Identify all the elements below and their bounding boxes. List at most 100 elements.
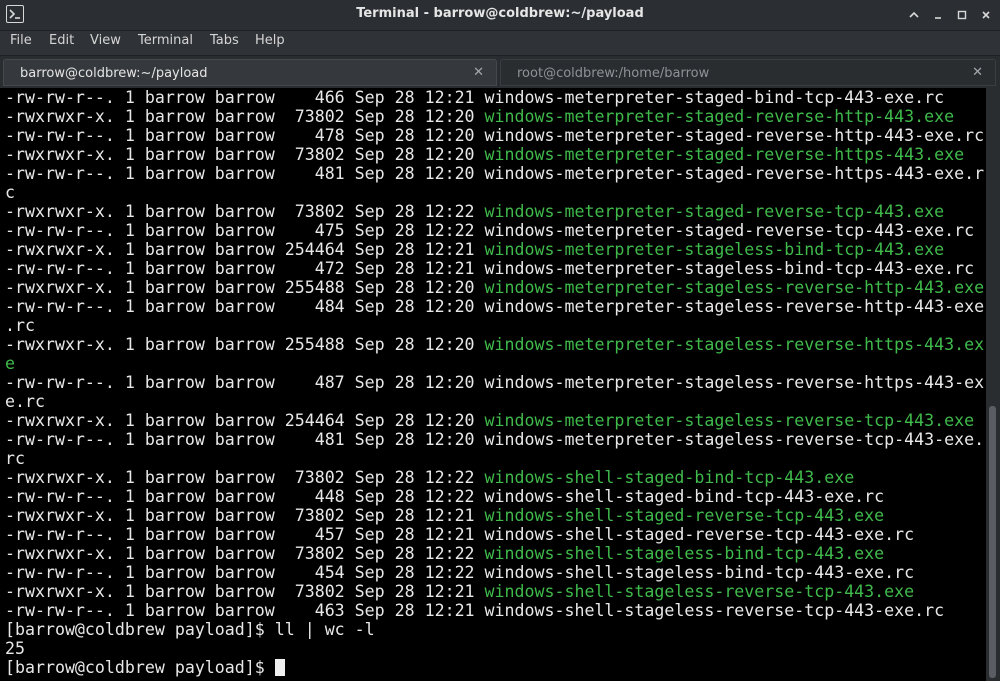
tab-label: root@coldbrew:/home/barrow [517,66,710,81]
line-prefix: -rwxrwxr-x. 1 barrow barrow 254464 Sep 2… [5,240,485,259]
scrollbar-thumb[interactable] [989,406,996,678]
executable-filename: windows-meterpreter-staged-reverse-tcp-4… [484,202,945,221]
executable-filename: windows-meterpreter-staged-reverse-https… [484,145,965,164]
filename: windows-meterpreter-staged-reverse-tcp-4… [484,221,975,240]
filename: windows-shell-staged-bind-tcp-443-exe.rc [484,487,885,506]
line-prefix: -rw-rw-r--. 1 barrow barrow 472 Sep 28 1… [5,259,485,278]
terminal-line: -rwxrwxr-x. 1 barrow barrow 73802 Sep 28… [5,544,984,563]
filename: windows-meterpreter-stageless-reverse-tc… [484,430,985,449]
executable-filename: windows-shell-stageless-reverse-tcp-443.… [484,582,915,601]
terminal-line: -rwxrwxr-x. 1 barrow barrow 255488 Sep 2… [5,335,984,354]
line-prefix: [barrow@coldbrew payload]$ ll | wc -l [5,620,375,639]
line-prefix: -rw-rw-r--. 1 barrow barrow 457 Sep 28 1… [5,525,485,544]
terminal-window: Terminal - barrow@coldbrew:~/payload Fil… [0,0,1000,681]
terminal-line: e.rc [5,392,984,411]
terminal-line: -rwxrwxr-x. 1 barrow barrow 73802 Sep 28… [5,506,984,525]
filename: windows-shell-staged-reverse-tcp-443-exe… [484,525,915,544]
menu-terminal[interactable]: Terminal [138,33,193,48]
line-prefix: -rw-rw-r--. 1 barrow barrow 487 Sep 28 1… [5,373,485,392]
window-title: Terminal - barrow@coldbrew:~/payload [356,6,644,21]
executable-filename: windows-meterpreter-staged-reverse-http-… [484,107,955,126]
terminal-line: -rw-rw-r--. 1 barrow barrow 484 Sep 28 1… [5,297,984,316]
terminal-line: -rw-rw-r--. 1 barrow barrow 448 Sep 28 1… [5,487,984,506]
line-prefix: -rw-rw-r--. 1 barrow barrow 466 Sep 28 1… [5,88,485,107]
shade-icon[interactable] [905,6,922,23]
filename: e.rc [5,392,45,411]
title-bar[interactable]: Terminal - barrow@coldbrew:~/payload [0,0,1000,31]
line-prefix: -rw-rw-r--. 1 barrow barrow 481 Sep 28 1… [5,164,485,183]
tab-close-icon[interactable]: ✕ [972,65,983,80]
line-prefix: -rw-rw-r--. 1 barrow barrow 475 Sep 28 1… [5,221,485,240]
terminal-line: -rwxrwxr-x. 1 barrow barrow 255488 Sep 2… [5,278,984,297]
filename: windows-shell-stageless-reverse-tcp-443-… [484,601,945,620]
window-controls [905,6,994,23]
terminal-line: -rw-rw-r--. 1 barrow barrow 487 Sep 28 1… [5,373,984,392]
terminal-line: -rw-rw-r--. 1 barrow barrow 466 Sep 28 1… [5,88,984,107]
executable-filename: windows-meterpreter-stageless-reverse-ht… [484,278,985,297]
terminal-line: [barrow@coldbrew payload]$ ll | wc -l [5,620,984,639]
line-prefix: -rw-rw-r--. 1 barrow barrow 484 Sep 28 1… [5,297,485,316]
terminal-output[interactable]: -rw-rw-r--. 1 barrow barrow 466 Sep 28 1… [0,88,986,681]
filename: windows-meterpreter-staged-bind-tcp-443-… [484,88,945,107]
terminal-lines: -rw-rw-r--. 1 barrow barrow 466 Sep 28 1… [5,88,984,677]
maximize-icon[interactable] [953,6,970,23]
terminal-line: -rw-rw-r--. 1 barrow barrow 457 Sep 28 1… [5,525,984,544]
filename: windows-meterpreter-staged-reverse-http-… [484,126,985,145]
tab-label: barrow@coldbrew:~/payload [20,66,208,81]
terminal-line: -rw-rw-r--. 1 barrow barrow 463 Sep 28 1… [5,601,984,620]
line-prefix: 25 [5,639,25,658]
menu-view[interactable]: View [90,33,121,48]
terminal-line: -rwxrwxr-x. 1 barrow barrow 254464 Sep 2… [5,411,984,430]
terminal-line: -rw-rw-r--. 1 barrow barrow 454 Sep 28 1… [5,563,984,582]
terminal-line: 25 [5,639,984,658]
executable-filename: windows-meterpreter-stageless-bind-tcp-4… [484,240,945,259]
terminal-line: rc [5,449,984,468]
executable-filename: windows-shell-staged-reverse-tcp-443.exe [484,506,885,525]
executable-filename: windows-meterpreter-stageless-reverse-tc… [484,411,975,430]
tab-barrow-payload[interactable]: barrow@coldbrew:~/payload ✕ [3,59,497,86]
filename: .rc [5,316,35,335]
line-prefix: -rw-rw-r--. 1 barrow barrow 463 Sep 28 1… [5,601,485,620]
executable-filename: e [5,354,15,373]
line-prefix: -rwxrwxr-x. 1 barrow barrow 73802 Sep 28… [5,107,485,126]
line-prefix: -rwxrwxr-x. 1 barrow barrow 73802 Sep 28… [5,145,485,164]
filename: rc [5,449,25,468]
tab-close-icon[interactable]: ✕ [473,65,484,80]
line-prefix: -rwxrwxr-x. 1 barrow barrow 73802 Sep 28… [5,202,485,221]
prompt-line[interactable]: [barrow@coldbrew payload]$ [5,658,984,677]
menu-file[interactable]: File [10,33,32,48]
menu-edit[interactable]: Edit [49,33,74,48]
filename: windows-meterpreter-stageless-reverse-ht… [484,297,985,316]
menu-tabs[interactable]: Tabs [210,33,239,48]
executable-filename: windows-shell-stageless-bind-tcp-443.exe [484,544,885,563]
filename: c [5,183,15,202]
terminal-line: .rc [5,316,984,335]
menu-help[interactable]: Help [255,33,285,48]
line-prefix: -rwxrwxr-x. 1 barrow barrow 73802 Sep 28… [5,582,485,601]
menu-bar: File Edit View Terminal Tabs Help [0,31,1000,53]
terminal-line: -rwxrwxr-x. 1 barrow barrow 73802 Sep 28… [5,107,984,126]
line-prefix: -rwxrwxr-x. 1 barrow barrow 73802 Sep 28… [5,506,485,525]
executable-filename: windows-shell-staged-bind-tcp-443.exe [484,468,855,487]
minimize-icon[interactable] [929,6,946,23]
filename: windows-meterpreter-staged-reverse-https… [484,164,985,183]
line-prefix: -rwxrwxr-x. 1 barrow barrow 255488 Sep 2… [5,335,485,354]
scrollbar[interactable] [986,88,1000,681]
shell-prompt: [barrow@coldbrew payload]$ [5,658,275,677]
terminal-line: c [5,183,984,202]
filename: windows-shell-stageless-bind-tcp-443-exe… [484,563,915,582]
terminal-line: -rwxrwxr-x. 1 barrow barrow 254464 Sep 2… [5,240,984,259]
line-prefix: -rwxrwxr-x. 1 barrow barrow 254464 Sep 2… [5,411,485,430]
filename: windows-meterpreter-stageless-reverse-ht… [484,373,985,392]
line-prefix: -rw-rw-r--. 1 barrow barrow 478 Sep 28 1… [5,126,485,145]
line-prefix: -rw-rw-r--. 1 barrow barrow 448 Sep 28 1… [5,487,485,506]
terminal-line: -rw-rw-r--. 1 barrow barrow 478 Sep 28 1… [5,126,984,145]
terminal-line: -rwxrwxr-x. 1 barrow barrow 73802 Sep 28… [5,202,984,221]
terminal-line: -rwxrwxr-x. 1 barrow barrow 73802 Sep 28… [5,468,984,487]
terminal-line: e [5,354,984,373]
line-prefix: -rw-rw-r--. 1 barrow barrow 481 Sep 28 1… [5,430,485,449]
executable-filename: windows-meterpreter-stageless-reverse-ht… [484,335,985,354]
tab-root-home[interactable]: root@coldbrew:/home/barrow ✕ [500,59,996,86]
close-icon[interactable] [977,6,994,23]
line-prefix: -rw-rw-r--. 1 barrow barrow 454 Sep 28 1… [5,563,485,582]
